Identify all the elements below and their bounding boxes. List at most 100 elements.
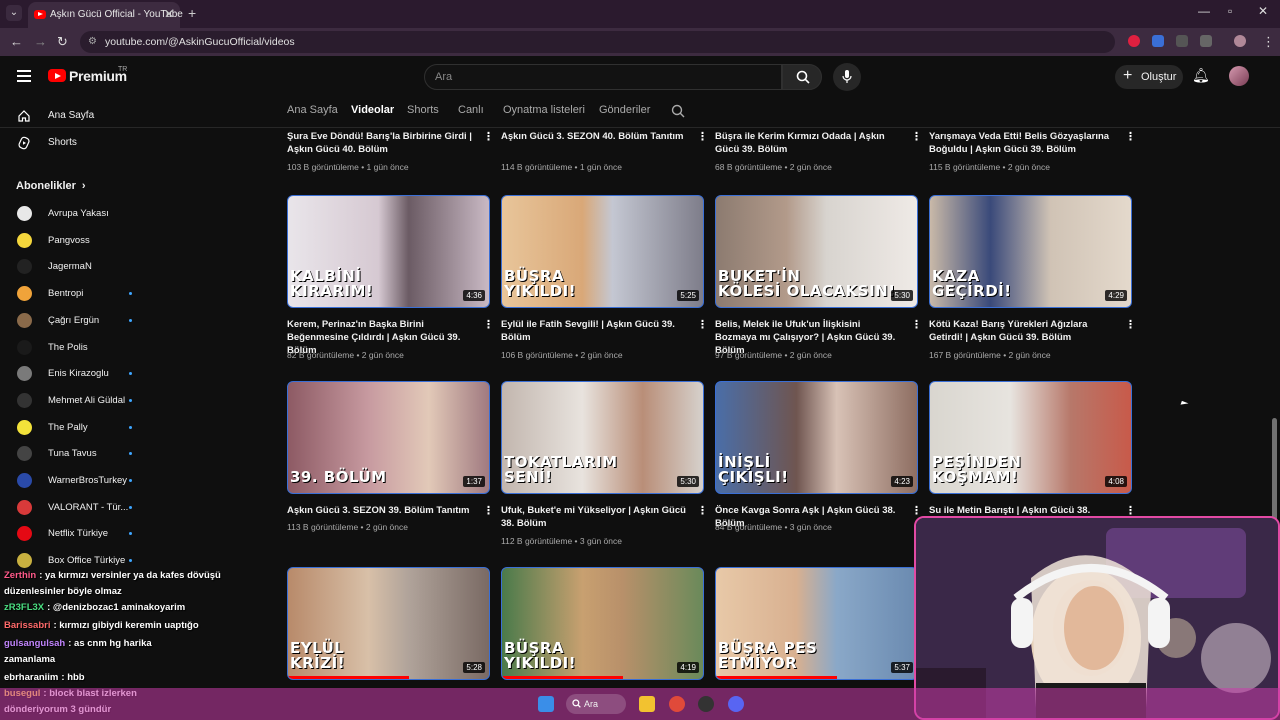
video-thumbnail[interactable]: KAZA GEÇİRDİ! 4:29 xyxy=(929,195,1132,308)
video-title[interactable]: Yarışmaya Veda Etti! Belis Gözyaşlarına … xyxy=(929,130,1114,156)
site-info-icon[interactable]: ⚙ xyxy=(88,36,97,47)
sidebar-item-home[interactable]: Ana Sayfa xyxy=(0,104,160,128)
more-options-icon[interactable]: ⋮ xyxy=(911,318,922,331)
channel-avatar xyxy=(17,312,32,328)
tab-5[interactable]: Gönderiler xyxy=(599,104,650,116)
tab-search-icon[interactable]: ⌄ xyxy=(6,5,22,21)
chat-message: zR3FL3X: @denizbozac1 aminakoyarim xyxy=(4,602,185,613)
subscriptions-heading[interactable]: Abonelikler › xyxy=(16,180,86,192)
forward-icon[interactable]: → xyxy=(34,34,47,49)
taskbar-search[interactable]: Ara xyxy=(566,694,626,714)
discord-icon[interactable] xyxy=(728,696,744,712)
browser-menu-icon[interactable]: ⋮ xyxy=(1262,34,1275,50)
notifications-bell-icon[interactable]: 🔔︎ xyxy=(1192,67,1210,84)
tab-0[interactable]: Ana Sayfa xyxy=(287,104,338,116)
subscription-item[interactable]: Tuna Tavus xyxy=(0,442,160,464)
extension-icon[interactable] xyxy=(1176,35,1188,47)
more-options-icon[interactable]: ⋮ xyxy=(483,130,494,143)
video-title[interactable]: Ufuk, Buket'e mi Yükseliyor | Aşkın Gücü… xyxy=(501,504,686,530)
tab-3[interactable]: Canlı xyxy=(458,104,484,116)
subscription-item[interactable]: The Polis xyxy=(0,336,160,358)
more-options-icon[interactable]: ⋮ xyxy=(483,504,494,517)
video-thumbnail[interactable]: TOKATLARIM SENİ! 5:30 xyxy=(501,381,704,494)
back-icon[interactable]: ← xyxy=(10,34,23,49)
profile-avatar[interactable] xyxy=(1234,35,1246,47)
subscription-item[interactable]: Netflix Türkiye xyxy=(0,522,160,544)
minimize-icon[interactable]: — xyxy=(1198,4,1210,18)
subscription-item[interactable]: The Pally xyxy=(0,416,160,438)
create-button[interactable]: + Oluştur xyxy=(1115,65,1183,89)
menu-icon[interactable] xyxy=(17,70,31,82)
subscription-item[interactable]: Bentropi xyxy=(0,282,160,304)
tab-1[interactable]: Videolar xyxy=(351,104,394,116)
extension-icon[interactable] xyxy=(1128,35,1140,47)
channel-search-icon[interactable] xyxy=(671,104,685,118)
search-icon xyxy=(572,699,581,708)
reload-icon[interactable]: ↻ xyxy=(57,34,68,50)
thumbnail-overlay-text: KALBİNİ KIRARIM! xyxy=(290,267,374,300)
video-meta: 82 B görüntüleme • 2 gün önce xyxy=(287,350,404,360)
subscription-label: Çağrı Ergün xyxy=(48,314,100,326)
subscription-item[interactable]: Pangvoss xyxy=(0,229,160,251)
subscription-item[interactable]: VALORANT - Tür... xyxy=(0,496,160,518)
video-thumbnail[interactable]: KALBİNİ KIRARIM! 4:36 xyxy=(287,195,490,308)
search-button[interactable] xyxy=(782,64,822,90)
chrome-icon[interactable] xyxy=(669,696,685,712)
video-thumbnail[interactable]: BÜŞRA YIKILDI! 4:19 xyxy=(501,567,704,680)
tab-2[interactable]: Shorts xyxy=(407,104,439,116)
more-options-icon[interactable]: ⋮ xyxy=(697,504,708,517)
new-content-dot xyxy=(129,425,132,429)
more-options-icon[interactable]: ⋮ xyxy=(911,504,922,517)
close-tab-icon[interactable]: ✕ xyxy=(164,7,174,21)
video-duration: 5:25 xyxy=(677,290,699,301)
sidebar-item-shorts[interactable]: Shorts xyxy=(0,131,160,155)
voice-search-button[interactable] xyxy=(833,63,861,91)
video-title[interactable]: Kötü Kaza! Barış Yürekleri Ağızlara Geti… xyxy=(929,318,1114,344)
extensions-puzzle-icon[interactable] xyxy=(1200,35,1212,47)
new-tab-icon[interactable]: + xyxy=(188,5,196,21)
more-options-icon[interactable]: ⋮ xyxy=(1125,130,1136,143)
video-title[interactable]: Aşkın Gücü 3. SEZON 39. Bölüm Tanıtım xyxy=(287,504,472,517)
more-options-icon[interactable]: ⋮ xyxy=(1125,318,1136,331)
chat-message: zamanlama xyxy=(4,654,55,665)
video-thumbnail[interactable]: BÜŞRA YIKILDI! 5:25 xyxy=(501,195,704,308)
video-duration: 4:29 xyxy=(1105,290,1127,301)
video-title[interactable]: Aşkın Gücü 3. SEZON 40. Bölüm Tanıtım xyxy=(501,130,686,143)
more-options-icon[interactable]: ⋮ xyxy=(483,318,494,331)
windows-taskbar: Ara xyxy=(0,688,1280,720)
account-avatar[interactable] xyxy=(1229,66,1249,86)
video-thumbnail[interactable]: EYLÜL KRİZİ! 5:28 xyxy=(287,567,490,680)
video-thumbnail[interactable]: 39. BÖLÜM 1:37 xyxy=(287,381,490,494)
close-window-icon[interactable]: ✕ xyxy=(1258,4,1268,18)
chat-username: zR3FL3X xyxy=(4,602,45,613)
youtube-logo-icon[interactable] xyxy=(48,69,66,82)
search-input[interactable]: Ara xyxy=(424,64,782,90)
subscription-item[interactable]: WarnerBrosTurkey xyxy=(0,469,160,491)
video-duration: 4:23 xyxy=(891,476,913,487)
subscription-item[interactable]: Enis Kirazoglu xyxy=(0,362,160,384)
subscription-item[interactable]: Avrupa Yakası xyxy=(0,202,160,224)
video-title[interactable]: Eylül ile Fatih Sevgili! | Aşkın Gücü 39… xyxy=(501,318,686,344)
file-explorer-icon[interactable] xyxy=(639,696,655,712)
chat-username: gulsangulsah xyxy=(4,638,66,649)
browser-tab[interactable]: Aşkın Gücü Official - YouTube ✕ xyxy=(28,2,183,28)
more-options-icon[interactable]: ⋮ xyxy=(911,130,922,143)
subscription-item[interactable]: Mehmet Ali Güldal xyxy=(0,389,160,411)
video-thumbnail[interactable]: BÜŞRA PES ETMİYOR 5:37 xyxy=(715,567,918,680)
video-thumbnail[interactable]: BUKET'İN KÖLESİ OLACAKSIN! 5:30 xyxy=(715,195,918,308)
tab-4[interactable]: Oynatma listeleri xyxy=(503,104,585,116)
video-title[interactable]: Büşra ile Kerim Kırmızı Odada | Aşkın Gü… xyxy=(715,130,900,156)
subscription-item[interactable]: Çağrı Ergün xyxy=(0,309,160,331)
more-options-icon[interactable]: ⋮ xyxy=(697,130,708,143)
more-options-icon[interactable]: ⋮ xyxy=(697,318,708,331)
video-title[interactable]: Şura Eve Döndü! Barış'la Birbirine Girdi… xyxy=(287,130,472,156)
chat-text: : @denizbozac1 aminakoyarim xyxy=(47,602,186,613)
subscription-item[interactable]: JagermaN xyxy=(0,255,160,277)
address-bar[interactable]: ⚙ youtube.com/@AskinGucuOfficial/videos xyxy=(80,31,1115,53)
extension-icon[interactable] xyxy=(1152,35,1164,47)
app-icon[interactable] xyxy=(698,696,714,712)
windows-start-icon[interactable] xyxy=(538,696,554,712)
video-thumbnail[interactable]: PEŞİNDEN KOŞMAM! 4:08 xyxy=(929,381,1132,494)
video-thumbnail[interactable]: İNİŞLİ ÇIKIŞLI! 4:23 xyxy=(715,381,918,494)
restore-icon[interactable]: ▫ xyxy=(1228,4,1232,18)
